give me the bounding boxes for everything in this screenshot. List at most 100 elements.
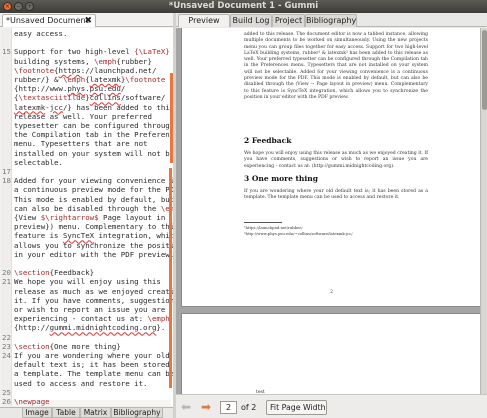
pdf-canvas[interactable]: added to this release. The document edit… [176, 28, 487, 394]
code-area[interactable]: easy access. Support for two high-level {… [14, 28, 173, 406]
code-text: Support for two high-level [14, 47, 135, 57]
code-line: allows you to synchronize the position [14, 241, 173, 250]
code-text: {http:// [14, 323, 50, 333]
latex-command: \emph [147, 314, 170, 324]
latex-command: \emph [94, 56, 117, 66]
code-text: rubber/} & [14, 75, 63, 84]
tab-bibliography-right[interactable]: Bibliography [305, 14, 357, 27]
code-line: a template. The template menu can be [14, 369, 173, 378]
code-text: can also be disabled through the [14, 203, 161, 213]
code-text: {Feedback} [49, 268, 95, 278]
code-text: / [120, 84, 126, 94]
code-text: easy access. [14, 29, 68, 38]
line-number: 24 [2, 351, 11, 360]
latex-command: \newpage [14, 397, 50, 406]
code-line: selectable. [14, 158, 63, 167]
line-number: 20 [2, 268, 11, 278]
code-line: \newpage [14, 397, 50, 406]
code-line: or wish to report an issue you are [14, 305, 165, 314]
latex-command: $\rightarrow$ [40, 213, 99, 222]
code-line: Support for two high-level {\LaTeX} [14, 47, 170, 56]
page-count-label: of 2 [241, 403, 257, 412]
section-heading-feedback: 2 Feedback [244, 136, 292, 145]
change-marker [169, 168, 172, 388]
next-page-icon[interactable]: ➡ [199, 400, 213, 414]
code-text: a template. The template menu can be [14, 369, 173, 379]
code-text: allows you to synchronize the position [14, 240, 173, 250]
misspelled-word: phys [67, 84, 86, 94]
code-line: default text is; it has been stored as [14, 360, 173, 369]
code-line: release as well. Your preferred [14, 112, 152, 121]
tab-image[interactable]: Image [22, 408, 52, 418]
code-text: }. [156, 323, 166, 333]
code-line: building systems, \emph{rubber} [14, 57, 152, 66]
line-number: 26 [2, 397, 11, 406]
code-text: default text is; it has been stored as [14, 360, 173, 370]
misspelled-word: https [58, 65, 81, 75]
misspelled-word: jcc [49, 102, 63, 112]
tab-project[interactable]: Project [272, 14, 305, 27]
code-line: easy access. [14, 29, 67, 38]
footnote-1: ¹https://launchpad.net/rubber/ [244, 225, 303, 230]
code-line: feature is SyncTeX integration, which [14, 231, 173, 240]
tab-build-log[interactable]: Build Log [230, 14, 272, 27]
editor-pane: *Unsaved Document 1 ✖ 15 1718 2021 222324 25… [0, 13, 173, 418]
code-text: If you are wondering where your old [14, 351, 170, 360]
code-text: This mode is enabled by default, but [14, 194, 173, 204]
misspelled-word: edu [107, 84, 121, 94]
code-text: /} has been added to this [62, 102, 173, 112]
code-text: {View [14, 213, 41, 222]
source-editor[interactable]: 151718202122232425262728 easy access.Sup… [1, 28, 173, 406]
pdf-page-1: added to this release. The document edit… [182, 28, 481, 306]
window-titlebar: × – + *Unsaved Document 1 - Gummi [0, 0, 487, 13]
misspelled-word: SyncTeX [62, 231, 95, 241]
previous-page-icon[interactable]: ⬅ [179, 400, 193, 414]
code-text: building systems, [14, 56, 95, 66]
code-line: \section{One more thing} [14, 342, 121, 351]
code-line: used to access and restore it. [14, 379, 148, 388]
misspelled-word: latexmk [89, 75, 121, 84]
page-number-input[interactable]: 2 [220, 401, 237, 414]
code-text: used to access and restore it. [14, 378, 148, 388]
tab-preview-pane[interactable]: Preview Pane [178, 14, 230, 37]
code-line: preview}) menu. Complementary to this [14, 222, 173, 231]
code-text: {rubber} [116, 56, 152, 66]
code-line: a continuous preview mode for the PDF. [14, 185, 173, 194]
latex-command: \footnote [125, 75, 166, 84]
preview-panel: Preview Pane Build Log Project Bibliogra… [176, 13, 487, 418]
tab-table[interactable]: Table [52, 408, 80, 418]
line-number: 17 [2, 167, 11, 176]
page-body-text: added to this release. The document edit… [244, 32, 428, 100]
close-tab-icon[interactable]: ✖ [84, 15, 92, 27]
latex-command: \textasciitilde [18, 93, 86, 103]
code-line: {http://gummi.midnightcoding.org}. [14, 323, 165, 332]
line-number-gutter: 151718202122232425262728 [1, 28, 12, 406]
document-tab[interactable]: *Unsaved Document 1 ✖ [2, 14, 96, 37]
page-number: 2 [330, 290, 333, 295]
preview-tab-bar: Preview Pane Build Log Project Bibliogra… [176, 13, 487, 37]
tab-matrix[interactable]: Matrix [80, 408, 111, 418]
code-line: release as much as we enjoyed creating [14, 287, 173, 296]
code-text: or wish to report an issue you are [14, 305, 166, 314]
preview-scroll-thumb[interactable] [482, 30, 487, 110]
misspelled-word: latexmk [14, 102, 46, 112]
code-line: installed on your system will not be [14, 149, 173, 158]
code-line: rubber/} & \emph{latexmk}\footnote [14, 75, 165, 84]
misspelled-word: psu [89, 84, 104, 94]
code-text: it. If you have comments, suggestions [14, 295, 173, 305]
code-text: preview}) menu. Complementary to this [14, 222, 173, 232]
preview-scrollbar[interactable] [480, 28, 487, 394]
code-line: typesetter can be configured through [14, 121, 173, 130]
line-number: 18 [2, 176, 11, 186]
zoom-select[interactable]: Fit Page Width [266, 400, 327, 415]
footnote-rule [244, 222, 282, 223]
insert-tab-bar: Image Table Matrix Bibliography [0, 407, 173, 418]
misspelled-word: gummi.midnightcoding.org [49, 323, 157, 333]
code-line: experiencing - contact us at: \emph [14, 314, 170, 323]
code-text: {One more thing} [49, 341, 121, 351]
code-line: We hope you will enjoy using this [14, 277, 161, 286]
code-line: \section{Feedback} [14, 268, 94, 277]
section-heading-one-more-thing: 3 One more thing [244, 174, 318, 183]
code-text: menu. Typesetters that are not [14, 139, 148, 149]
tab-bibliography[interactable]: Bibliography [111, 408, 163, 418]
